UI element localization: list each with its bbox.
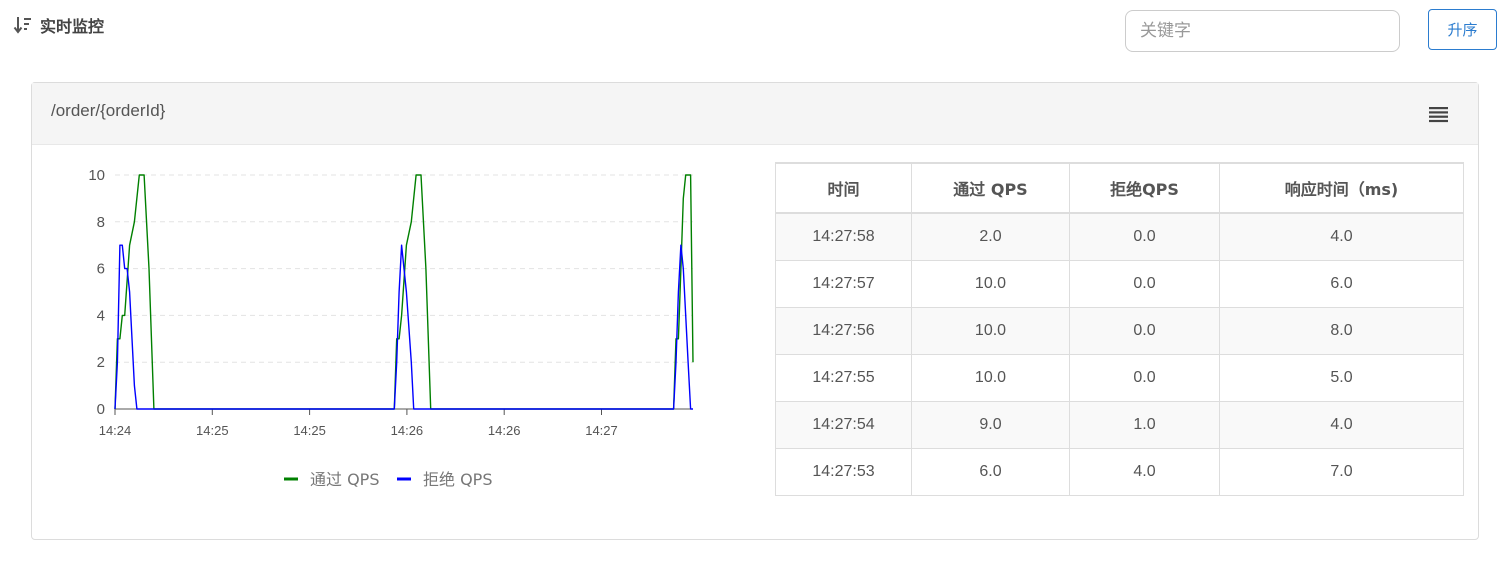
legend-pass-qps-label: 通过 QPS bbox=[310, 470, 380, 489]
cell-block-qps: 0.0 bbox=[1069, 306, 1220, 355]
qps-line-chart: 0 2 4 6 8 10 14:24 14:25 14:25 14:26 14:26 14:27 通过 … bbox=[88, 167, 694, 489]
cell-pass-qps: 2.0 bbox=[911, 212, 1070, 261]
cell-pass-qps: 6.0 bbox=[911, 447, 1070, 496]
cell-pass-qps: 10.0 bbox=[911, 306, 1070, 355]
y-tick-label: 2 bbox=[97, 354, 105, 371]
column-header-response-time: 响应时间（ms) bbox=[1219, 162, 1464, 214]
top-bar: 实时监控 升序 bbox=[0, 0, 1511, 60]
cell-time: 14:27:56 bbox=[775, 306, 912, 355]
keyword-search-input[interactable] bbox=[1125, 10, 1400, 52]
cell-response-time: 7.0 bbox=[1219, 447, 1464, 496]
cell-time: 14:27:57 bbox=[775, 259, 912, 308]
cell-block-qps: 4.0 bbox=[1069, 447, 1220, 496]
sort-descending-icon bbox=[13, 17, 31, 34]
column-header-pass-qps: 通过 QPS bbox=[911, 162, 1070, 214]
cell-pass-qps: 10.0 bbox=[911, 259, 1070, 308]
y-tick-label: 10 bbox=[88, 167, 105, 184]
legend-block-qps-label: 拒绝 QPS bbox=[423, 470, 493, 489]
cell-time: 14:27:58 bbox=[775, 212, 912, 261]
cell-time: 14:27:53 bbox=[775, 447, 912, 496]
cell-response-time: 4.0 bbox=[1219, 212, 1464, 261]
table-row: 14:27:53 6.0 4.0 7.0 bbox=[775, 447, 1464, 496]
cell-block-qps: 0.0 bbox=[1069, 353, 1220, 402]
series-line-pass-qps bbox=[114, 174, 694, 410]
cell-response-time: 4.0 bbox=[1219, 400, 1464, 449]
column-header-block-qps: 拒绝QPS bbox=[1069, 162, 1220, 214]
table-row: 14:27:57 10.0 0.0 6.0 bbox=[775, 259, 1464, 308]
table-row: 14:27:58 2.0 0.0 4.0 bbox=[775, 212, 1464, 261]
sort-ascending-button[interactable]: 升序 bbox=[1428, 9, 1497, 50]
cell-time: 14:27:55 bbox=[775, 353, 912, 402]
cell-time: 14:27:54 bbox=[775, 400, 912, 449]
x-tick-label: 14:25 bbox=[293, 423, 326, 438]
cell-pass-qps: 10.0 bbox=[911, 353, 1070, 402]
table-header-row: 时间 通过 QPS 拒绝QPS 响应时间（ms) bbox=[775, 162, 1464, 214]
metrics-table: 时间 通过 QPS 拒绝QPS 响应时间（ms) 14:27:58 2.0 0.… bbox=[775, 162, 1464, 496]
x-tick-label: 14:27 bbox=[585, 423, 618, 438]
panel-header: /order/{orderId} bbox=[32, 83, 1478, 145]
x-tick-label: 14:24 bbox=[99, 423, 132, 438]
y-tick-label: 4 bbox=[97, 307, 105, 324]
cell-response-time: 5.0 bbox=[1219, 353, 1464, 402]
table-row: 14:27:55 10.0 0.0 5.0 bbox=[775, 353, 1464, 402]
column-header-time: 时间 bbox=[775, 162, 912, 214]
cell-block-qps: 0.0 bbox=[1069, 259, 1220, 308]
y-tick-label: 8 bbox=[97, 214, 105, 231]
cell-block-qps: 0.0 bbox=[1069, 212, 1220, 261]
table-row: 14:27:56 10.0 0.0 8.0 bbox=[775, 306, 1464, 355]
x-tick-label: 14:26 bbox=[488, 423, 521, 438]
x-tick-label: 14:25 bbox=[196, 423, 229, 438]
table-row: 14:27:54 9.0 1.0 4.0 bbox=[775, 400, 1464, 449]
y-tick-label: 6 bbox=[97, 261, 105, 278]
cell-block-qps: 1.0 bbox=[1069, 400, 1220, 449]
page-title: 实时监控 bbox=[40, 17, 105, 36]
x-tick-label: 14:26 bbox=[391, 423, 424, 438]
cell-pass-qps: 9.0 bbox=[911, 400, 1070, 449]
series-line-block-qps bbox=[114, 244, 693, 410]
resource-name: /order/{orderId} bbox=[51, 101, 166, 120]
menu-icon[interactable] bbox=[1428, 104, 1450, 124]
y-tick-label: 0 bbox=[97, 401, 105, 418]
cell-response-time: 8.0 bbox=[1219, 306, 1464, 355]
cell-response-time: 6.0 bbox=[1219, 259, 1464, 308]
page-title-group: 实时监控 bbox=[13, 13, 104, 37]
